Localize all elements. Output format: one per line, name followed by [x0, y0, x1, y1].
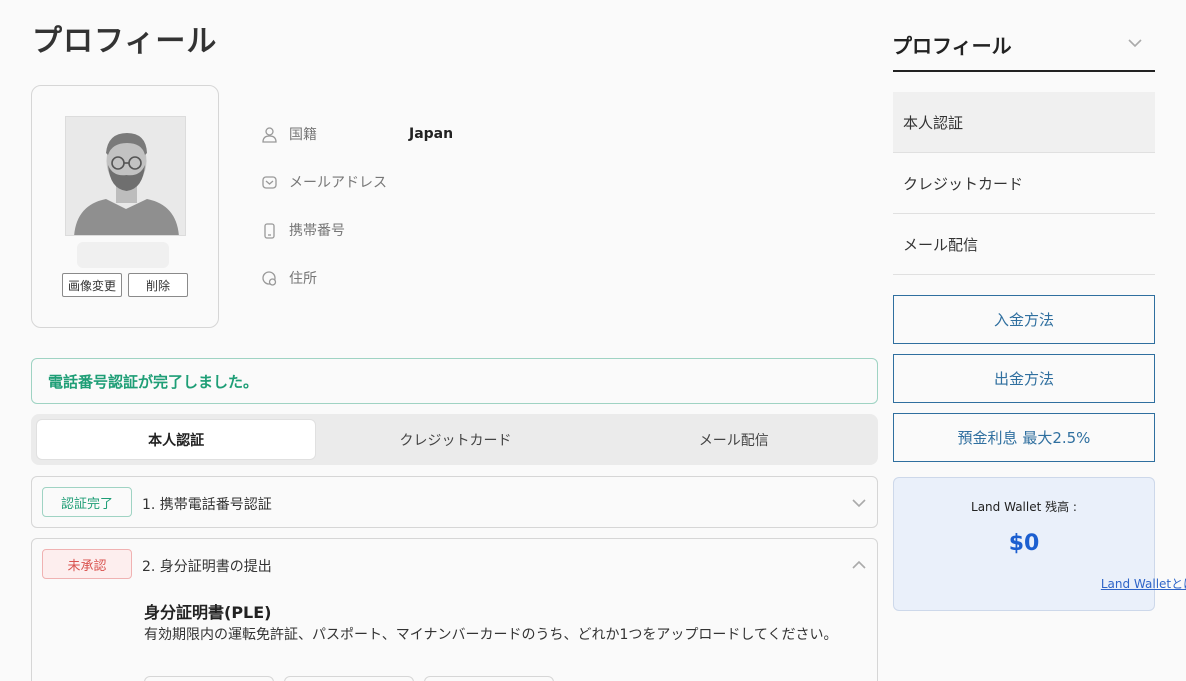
verification-tabs: 本人認証 クレジットカード メール配信	[31, 414, 878, 465]
status-badge-verified: 認証完了	[42, 487, 132, 517]
delete-image-button[interactable]: 削除	[128, 273, 188, 297]
tab-identity[interactable]: 本人認証	[36, 419, 317, 460]
sidebar-item-mail[interactable]: メール配信	[893, 214, 1155, 275]
document-description: 有効期限内の運転免許証、パスポート、マイナンバーカードのうち、どれか1つをアップ…	[144, 627, 838, 643]
user-icon	[261, 126, 278, 143]
document-title: 身分証明書(PLE)	[144, 603, 272, 622]
sidebar-item-identity[interactable]: 本人認証	[893, 92, 1155, 153]
chevron-down-icon[interactable]	[1126, 34, 1144, 52]
step-title: 1. 携帯電話番号認証	[142, 497, 272, 513]
upload-slot[interactable]	[284, 676, 414, 681]
info-label: メールアドレス	[289, 175, 387, 191]
step-id-document: 未承認 2. 身分証明書の提出 身分証明書(PLE) 有効期限内の運転免許証、パ…	[31, 538, 878, 681]
avatar	[65, 116, 186, 236]
phone-icon	[261, 222, 278, 239]
info-row-phone: 携帯番号	[261, 219, 409, 241]
tab-mail[interactable]: メール配信	[595, 419, 873, 460]
tab-credit-card[interactable]: クレジットカード	[316, 419, 594, 460]
sidebar-item-credit-card[interactable]: クレジットカード	[893, 153, 1155, 214]
info-row-address: 住所	[261, 267, 409, 289]
success-alert: 電話番号認証が完了しました。	[31, 358, 878, 404]
info-value-nationality: Japan	[409, 126, 454, 142]
sidebar-divider	[893, 70, 1155, 72]
mail-icon	[261, 174, 278, 191]
info-label: 国籍	[289, 127, 317, 143]
step-title[interactable]: 2. 身分証明書の提出	[142, 556, 272, 576]
chevron-up-icon[interactable]	[851, 557, 867, 573]
wallet-info-link[interactable]: Land Walletとは？	[1024, 575, 1186, 592]
upload-slot[interactable]	[424, 676, 554, 681]
withdraw-method-button[interactable]: 出金方法	[893, 354, 1155, 403]
deposit-method-button[interactable]: 入金方法	[893, 295, 1155, 344]
step-phone-verification[interactable]: 認証完了 1. 携帯電話番号認証	[31, 476, 878, 528]
info-label: 住所	[289, 271, 317, 287]
status-badge-unapproved: 未承認	[42, 549, 132, 579]
info-row-nationality: 国籍 Japan	[261, 123, 453, 145]
change-image-button[interactable]: 画像変更	[62, 273, 122, 297]
avatar-placeholder-icon	[66, 117, 185, 235]
info-row-email: メールアドレス	[261, 171, 409, 193]
wallet-balance-card: Land Wallet 残高 : $0 Land Walletとは？	[893, 477, 1186, 611]
location-icon	[261, 270, 278, 287]
wallet-label: Land Wallet 残高 :	[971, 500, 1077, 514]
profile-name-placeholder	[77, 242, 169, 268]
sidebar-title: プロフィール	[892, 34, 1012, 58]
profile-avatar-card: 画像変更 削除	[31, 85, 219, 328]
wallet-amount: $0	[1008, 531, 1040, 556]
upload-slot[interactable]	[144, 676, 274, 681]
interest-button[interactable]: 預金利息 最大2.5%	[893, 413, 1155, 462]
chevron-down-icon[interactable]	[851, 495, 867, 511]
info-label: 携帯番号	[289, 223, 345, 239]
page-title: プロフィール	[32, 24, 218, 59]
